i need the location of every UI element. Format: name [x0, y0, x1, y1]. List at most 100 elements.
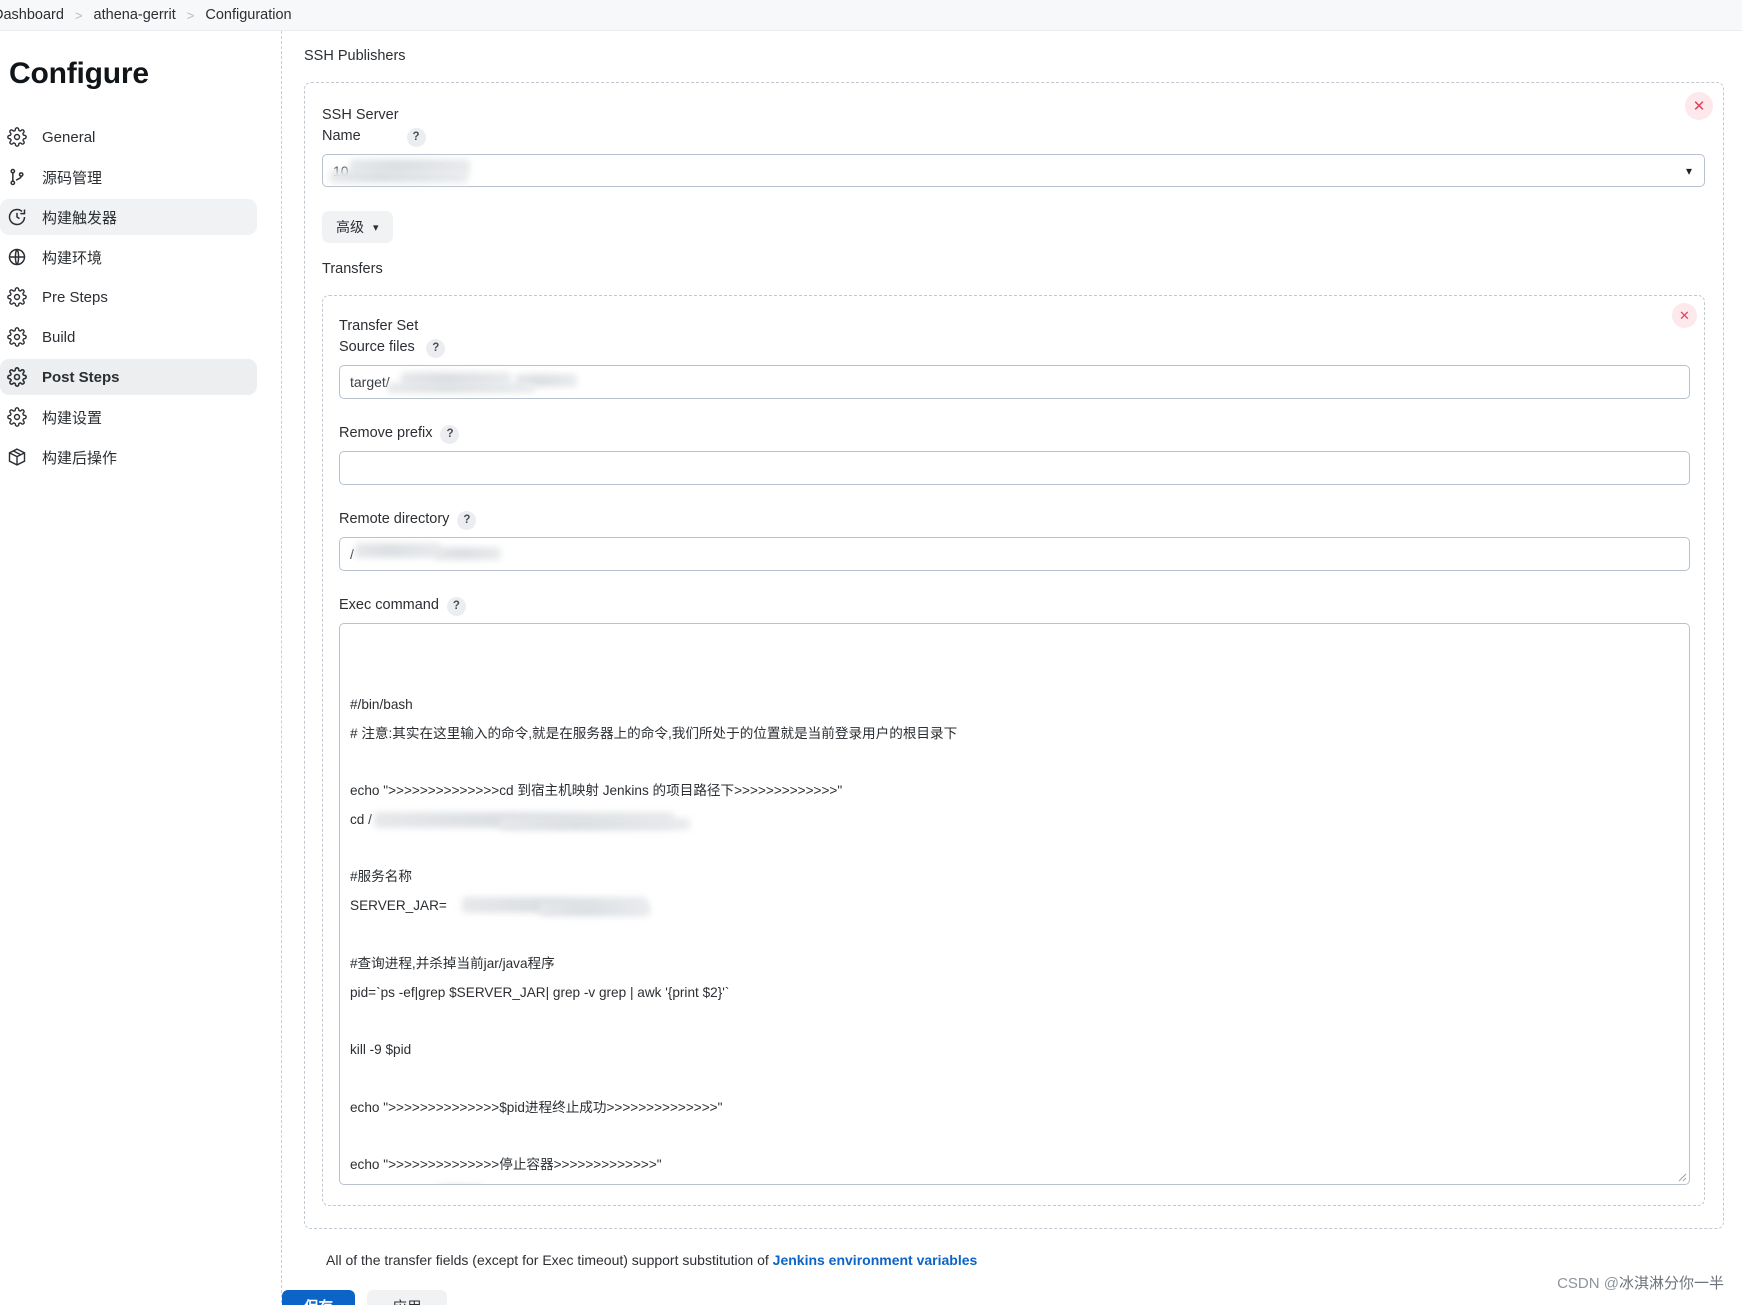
- exec-command-line: #/bin/bash: [350, 696, 413, 712]
- sidebar-item-post-build-actions[interactable]: 构建后操作: [0, 439, 257, 475]
- exec-command-line: [350, 835, 1677, 864]
- watermark: CSDN @冰淇淋分你一半: [1557, 1272, 1724, 1293]
- sidebar-item-label: 源码管理: [42, 169, 103, 187]
- ssh-server-group-label: SSH Server: [322, 107, 399, 123]
- sidebar-item-label: Post Steps: [42, 368, 120, 386]
- delete-transfer-set-button[interactable]: ✕: [1672, 303, 1697, 329]
- source-branch-icon: [6, 166, 28, 188]
- save-button[interactable]: 保存: [282, 1290, 355, 1305]
- sidebar-item-source-management[interactable]: 源码管理: [0, 159, 257, 195]
- sidebar-item-build-environment[interactable]: 构建环境: [0, 239, 257, 275]
- help-icon[interactable]: ?: [446, 597, 466, 617]
- gear-icon: [6, 126, 28, 148]
- remove-prefix-text: Remove prefix: [339, 425, 433, 442]
- exec-command-text: Exec command: [339, 597, 439, 614]
- sidebar-item-label: General: [42, 128, 96, 146]
- help-icon[interactable]: ?: [457, 511, 477, 531]
- exec-command-line: echo ">>>>>>>>>>>>>>停止容器>>>>>>>>>>>>>": [350, 1157, 662, 1173]
- help-icon[interactable]: ?: [440, 425, 460, 445]
- sidebar-item-label: 构建后操作: [42, 449, 118, 467]
- gear-icon: [6, 366, 28, 388]
- exec-command-line: [350, 1065, 1677, 1094]
- exec-command-line: pid=`ps -ef|grep $SERVER_JAR| grep -v gr…: [350, 984, 730, 1000]
- sidebar-item-general[interactable]: General: [0, 119, 257, 155]
- main-content: SSH Publishers ✕ SSH Server Name ? 10 ▾: [280, 31, 1742, 1305]
- remote-directory-text: Remote directory: [339, 511, 450, 528]
- sidebar-item-label: 构建环境: [42, 249, 103, 267]
- ssh-server-select-wrap: 10 ▾: [322, 154, 1705, 188]
- advanced-label: 高级: [336, 219, 364, 236]
- source-files-input[interactable]: [339, 365, 1690, 400]
- exec-command-line: [350, 1180, 1677, 1184]
- source-files-label: Transfer Set Source files ?: [339, 316, 1690, 359]
- sidebar-item-build-triggers[interactable]: 构建触发器: [0, 199, 257, 235]
- exec-command-content: #/bin/bash # 注意:其实在这里输入的命令,就是在服务器上的命令,我们所…: [350, 691, 1677, 1184]
- remove-prefix-input[interactable]: [339, 451, 1690, 486]
- help-icon[interactable]: ?: [406, 128, 426, 148]
- advanced-toggle-button[interactable]: 高级 ▾: [322, 211, 393, 244]
- transfer-set-group-label: Transfer Set: [339, 318, 419, 335]
- ssh-server-name-text: Name: [322, 128, 361, 145]
- sidebar-item-pre-steps[interactable]: Pre Steps: [0, 279, 257, 315]
- exec-command-line: [350, 1123, 1677, 1152]
- sidebar-item-label: 构建设置: [42, 409, 103, 427]
- exec-command-line: cd /: [350, 806, 1677, 835]
- exec-command-textarea[interactable]: #/bin/bash # 注意:其实在这里输入的命令,就是在服务器上的命令,我们所…: [339, 623, 1690, 1186]
- exec-command-line: #服务名称: [350, 869, 412, 885]
- remote-directory-row: /: [339, 537, 1690, 572]
- ssh-publishers-title: SSH Publishers: [304, 48, 406, 64]
- breadcrumb-dashboard[interactable]: Dashboard: [0, 7, 64, 23]
- sidebar-item-build-settings[interactable]: 构建设置: [0, 399, 257, 435]
- transfer-set-panel: ✕ Transfer Set Source files ? target/ Re…: [322, 295, 1705, 1207]
- exec-command-line: echo ">>>>>>>>>>>>>>cd 到宿主机映射 Jenkins 的项…: [350, 783, 843, 799]
- globe-icon: [6, 246, 28, 268]
- gear-icon: [6, 326, 28, 348]
- exec-command-line: SERVER_JAR=: [350, 892, 1677, 921]
- breadcrumb-separator-1: >: [74, 7, 83, 23]
- note-text: All of the transfer fields (except for E…: [326, 1252, 773, 1269]
- breadcrumb-separator-2: >: [186, 7, 195, 23]
- gear-icon: [6, 406, 28, 428]
- sidebar-item-post-steps[interactable]: Post Steps: [0, 359, 257, 395]
- delete-ssh-server-button[interactable]: ✕: [1685, 92, 1713, 120]
- redaction-block: [540, 903, 650, 917]
- remote-directory-label: Remote directory ?: [339, 509, 1690, 531]
- watermark-prefix: CSDN @: [1557, 1275, 1619, 1292]
- exec-command-line: # 注意:其实在这里输入的命令,就是在服务器上的命令,我们所处于的位置就是当前登…: [350, 725, 958, 741]
- action-bar: 保存 应用: [282, 1290, 1742, 1305]
- breadcrumb-configuration[interactable]: Configuration: [205, 7, 291, 23]
- remove-prefix-row: [339, 451, 1690, 486]
- redaction-block: [462, 897, 647, 914]
- exec-command-line: [350, 748, 1677, 777]
- apply-button[interactable]: 应用: [367, 1290, 447, 1305]
- exec-command-line: kill -9 $pid: [350, 1042, 412, 1058]
- chevron-down-icon: ▾: [373, 221, 379, 234]
- help-icon[interactable]: ?: [426, 339, 446, 359]
- transfer-fields-note: All of the transfer fields (except for E…: [326, 1252, 1742, 1268]
- sidebar-item-label: Pre Steps: [42, 288, 108, 306]
- exec-command-line: [350, 1007, 1677, 1036]
- breadcrumb: Dashboard > athena-gerrit > Configuratio…: [0, 0, 1742, 31]
- sidebar-nav: General 源码管理 构建触发器 构建环境 Pre Steps Build …: [0, 119, 280, 479]
- source-files-row: target/: [339, 365, 1690, 400]
- remote-directory-input[interactable]: [339, 537, 1690, 572]
- exec-command-label: Exec command ?: [339, 595, 1690, 617]
- jenkins-env-vars-link[interactable]: Jenkins environment variables: [773, 1252, 978, 1268]
- clock-icon: [6, 206, 28, 228]
- ssh-server-name-label: SSH Server Name ?: [322, 105, 1705, 148]
- sidebar-item-build[interactable]: Build: [0, 319, 257, 355]
- page-title: Configure: [9, 57, 149, 90]
- exec-command-line: echo ">>>>>>>>>>>>>>$pid进程终止成功>>>>>>>>>>…: [350, 1099, 723, 1115]
- ssh-server-select[interactable]: [322, 154, 1705, 188]
- sidebar-item-label: Build: [42, 328, 76, 346]
- breadcrumb-project[interactable]: athena-gerrit: [94, 7, 176, 23]
- sidebar: Configure General 源码管理 构建触发器 构建环境 Pre St…: [0, 31, 280, 1305]
- source-files-text: Source files: [339, 339, 415, 356]
- package-icon: [6, 446, 28, 468]
- ssh-server-panel: ✕ SSH Server Name ? 10 ▾ 高级 ▾ Transfers …: [304, 82, 1724, 1230]
- sidebar-item-label: 构建触发器: [42, 209, 118, 227]
- redaction-block: [374, 811, 674, 828]
- redaction-block: [500, 817, 690, 830]
- transfers-label: Transfers: [322, 261, 383, 278]
- remove-prefix-label: Remove prefix ?: [339, 423, 1690, 445]
